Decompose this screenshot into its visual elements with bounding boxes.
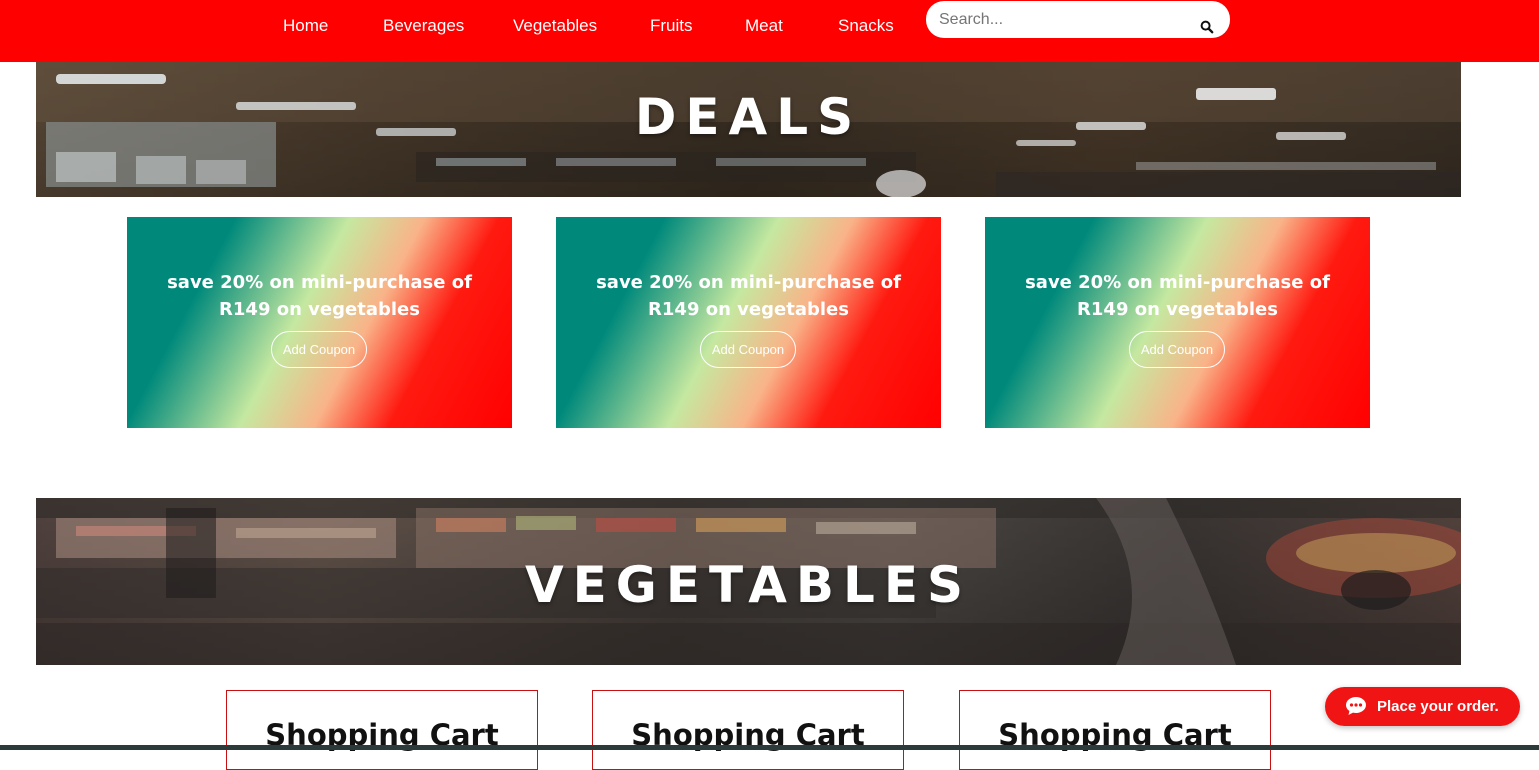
deal-card: save 20% on mini-purchase of R149 on veg… xyxy=(127,217,512,428)
add-coupon-button[interactable]: Add Coupon xyxy=(271,331,367,368)
nav-link-home[interactable]: Home xyxy=(283,15,328,37)
search-icon[interactable] xyxy=(1200,19,1214,34)
nav-link-beverages[interactable]: Beverages xyxy=(383,15,464,37)
bottom-strip xyxy=(0,745,1539,750)
search-input[interactable] xyxy=(939,9,1179,31)
nav-links: Home Beverages Vegetables Fruits Meat Sn… xyxy=(0,0,1539,52)
shopping-cart-card: Shopping Cart xyxy=(226,690,538,770)
deals-banner: DEALS xyxy=(36,62,1461,197)
vegetables-title: VEGETABLES xyxy=(524,556,973,614)
deal-text: save 20% on mini-purchase of R149 on veg… xyxy=(167,272,472,320)
chat-bubble-icon xyxy=(1345,696,1367,716)
nav-link-fruits[interactable]: Fruits xyxy=(650,15,693,37)
deal-text: save 20% on mini-purchase of R149 on veg… xyxy=(1025,272,1330,320)
top-navbar: Home Beverages Vegetables Fruits Meat Sn… xyxy=(0,0,1539,62)
vegetables-banner: VEGETABLES xyxy=(36,498,1461,665)
add-coupon-button[interactable]: Add Coupon xyxy=(700,331,796,368)
shopping-cart-card: Shopping Cart xyxy=(959,690,1271,770)
deal-text: save 20% on mini-purchase of R149 on veg… xyxy=(596,272,901,320)
nav-link-meat[interactable]: Meat xyxy=(745,15,783,37)
search-box xyxy=(926,1,1230,38)
deals-title: DEALS xyxy=(634,88,863,146)
deal-card: save 20% on mini-purchase of R149 on veg… xyxy=(556,217,941,428)
place-order-label: Place your order. xyxy=(1377,698,1499,715)
add-coupon-button[interactable]: Add Coupon xyxy=(1129,331,1225,368)
deal-card: save 20% on mini-purchase of R149 on veg… xyxy=(985,217,1370,428)
shopping-cart-card: Shopping Cart xyxy=(592,690,904,770)
place-order-button[interactable]: Place your order. xyxy=(1325,687,1520,726)
nav-link-vegetables[interactable]: Vegetables xyxy=(513,15,597,37)
nav-link-snacks[interactable]: Snacks xyxy=(838,15,894,37)
